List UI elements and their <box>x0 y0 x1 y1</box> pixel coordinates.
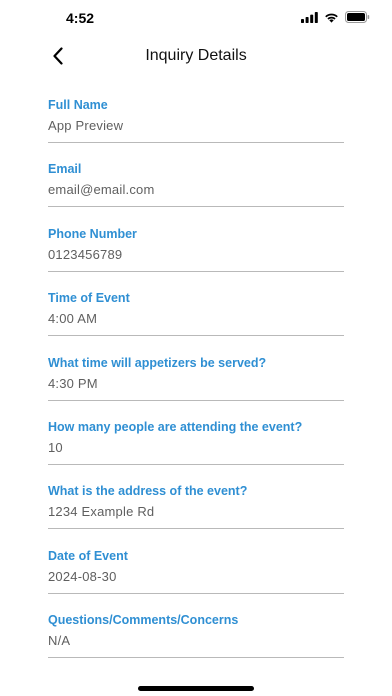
battery-icon <box>345 11 370 23</box>
nav-bar: Inquiry Details <box>0 36 392 80</box>
field-phone-number: Phone Number 0123456789 <box>48 226 344 290</box>
field-value: 10 <box>48 439 63 455</box>
field-questions-comments: Questions/Comments/Concerns N/A <box>48 612 344 676</box>
field-date-of-event: Date of Event 2024-08-30 <box>48 548 344 612</box>
field-value: 4:00 AM <box>48 311 98 327</box>
page-title: Inquiry Details <box>145 47 247 64</box>
field-label: Phone Number <box>48 226 137 241</box>
field-label: What is the address of the event? <box>48 484 248 499</box>
field-time-of-event: Time of Event 4:00 AM <box>48 290 344 354</box>
field-label: Full Name <box>48 98 108 112</box>
field-label: Email <box>48 162 82 177</box>
field-divider <box>48 206 344 208</box>
status-time: 4:52 <box>66 10 95 26</box>
status-bar: 4:52 <box>0 0 392 36</box>
status-icons <box>301 11 370 23</box>
field-divider <box>48 270 344 272</box>
inquiry-form: Full Name App Preview Email email@email.… <box>48 97 344 677</box>
field-divider <box>48 399 344 401</box>
field-divider <box>48 142 344 143</box>
field-event-address: What is the address of the event? 1234 E… <box>48 483 344 547</box>
field-full-name: Full Name App Preview <box>48 97 344 161</box>
field-value: 1234 Example Rd <box>48 504 155 520</box>
field-email: Email email@email.com <box>48 161 344 225</box>
signal-icon <box>301 11 318 23</box>
field-divider <box>48 528 344 530</box>
field-value: 0123456789 <box>48 246 123 262</box>
wifi-icon <box>324 12 339 23</box>
home-indicator <box>138 686 254 691</box>
field-value: email@email.com <box>48 182 155 198</box>
field-divider <box>48 335 344 337</box>
field-divider <box>48 657 344 659</box>
field-label: How many people are attending the event? <box>48 419 303 434</box>
field-divider <box>48 592 344 594</box>
field-label: What time will appetizers be served? <box>48 355 267 370</box>
field-value: N/A <box>48 633 71 649</box>
field-attendee-count: How many people are attending the event?… <box>48 419 344 483</box>
field-label: Date of Event <box>48 548 128 563</box>
field-value: 2024-08-30 <box>48 568 117 584</box>
field-divider <box>48 463 344 465</box>
field-appetizers-time: What time will appetizers be served? 4:3… <box>48 355 344 419</box>
field-label: Questions/Comments/Concerns <box>48 613 239 628</box>
field-value: App Preview <box>48 118 124 133</box>
field-label: Time of Event <box>48 291 130 306</box>
field-value: 4:30 PM <box>48 375 98 391</box>
